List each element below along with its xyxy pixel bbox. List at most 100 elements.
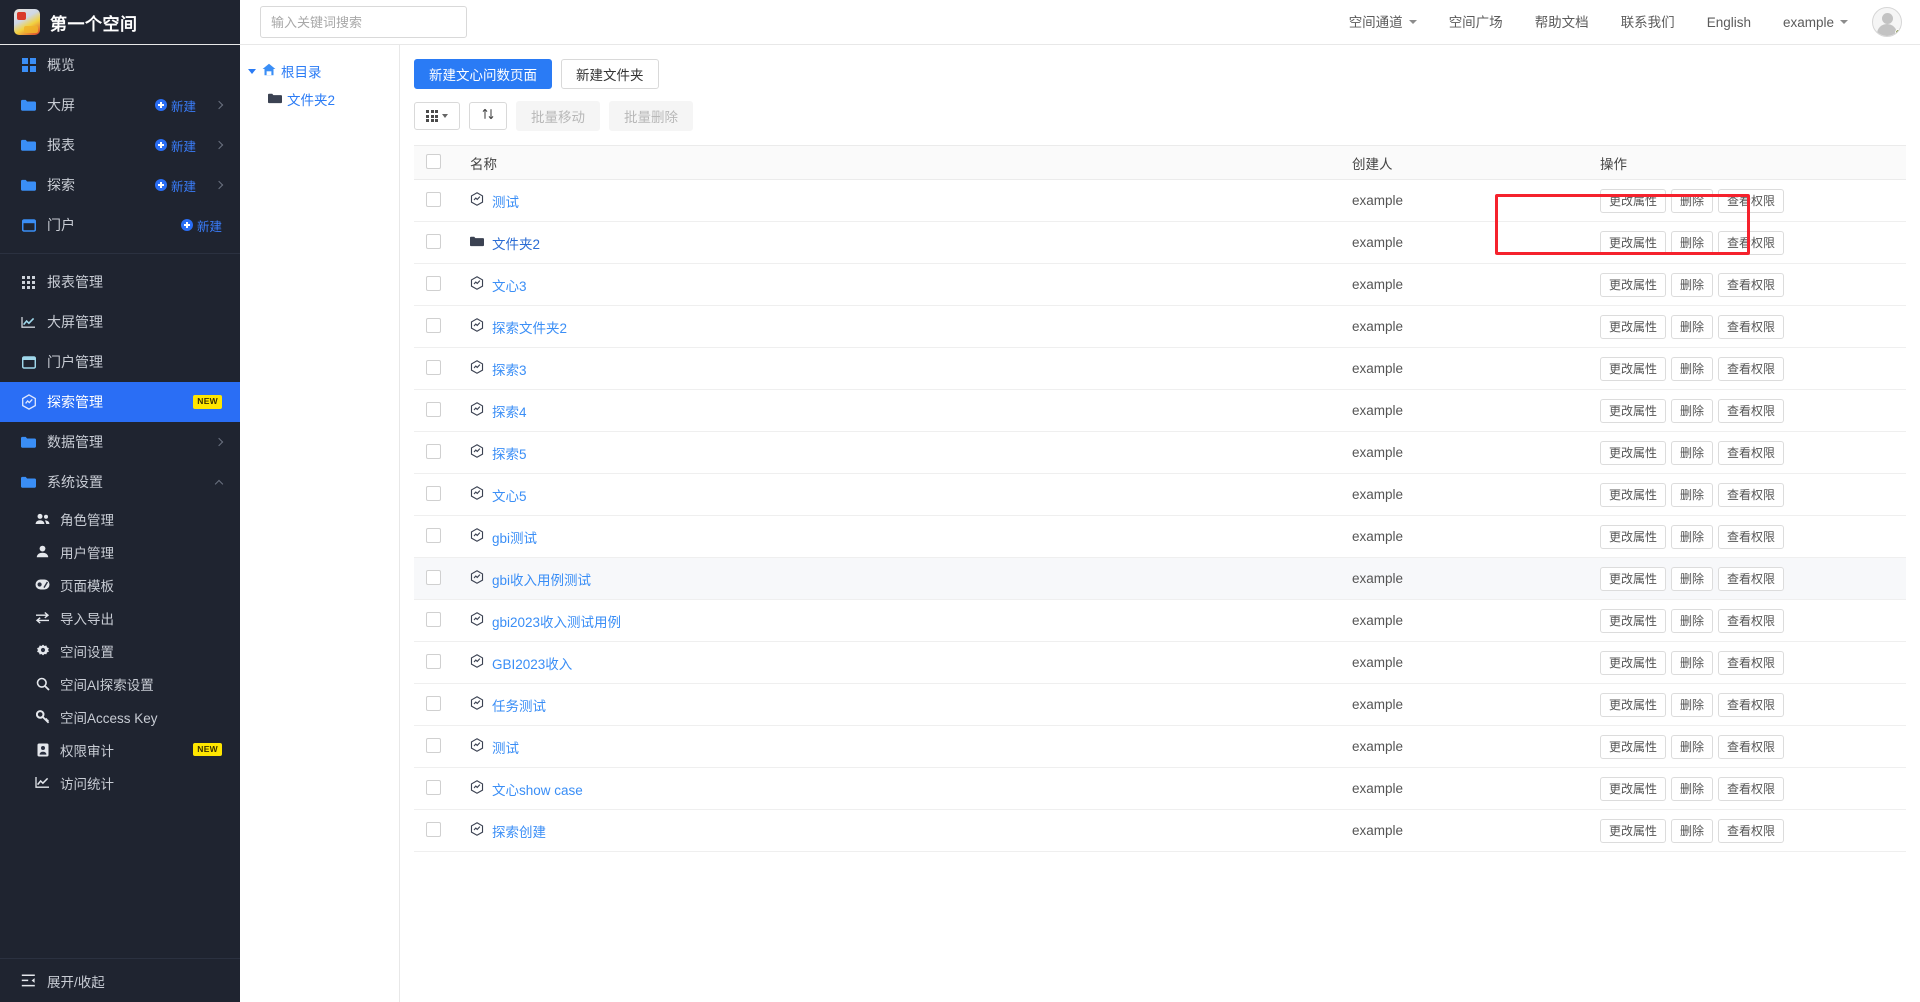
delete-button[interactable]: 删除 <box>1671 440 1714 465</box>
sidebar-new-bigscreen[interactable]: 新建 <box>154 96 196 115</box>
nav-item-language[interactable]: English <box>1691 0 1767 45</box>
row-checkbox[interactable] <box>426 359 441 375</box>
row-checkbox[interactable] <box>426 191 441 207</box>
table-row[interactable]: gbi测试 example 更改属性 删除 查看权限 <box>414 515 1906 558</box>
view-permissions-button[interactable]: 查看权限 <box>1718 356 1785 381</box>
view-permissions-button[interactable]: 查看权限 <box>1718 188 1785 213</box>
sidebar-item-bigscreen-mgmt[interactable]: 大屏管理 <box>0 302 240 342</box>
delete-button[interactable]: 删除 <box>1671 398 1714 423</box>
view-permissions-button[interactable]: 查看权限 <box>1718 230 1785 255</box>
sidebar-item-space-settings[interactable]: 空间设置 <box>0 634 240 667</box>
resource-name-link[interactable]: 文心5 <box>492 485 527 505</box>
view-permissions-button[interactable]: 查看权限 <box>1718 818 1785 843</box>
sidebar-item-system-settings[interactable]: 系统设置 <box>0 462 240 502</box>
search-input[interactable] <box>260 6 467 38</box>
delete-button[interactable]: 删除 <box>1671 230 1714 255</box>
row-checkbox[interactable] <box>426 527 441 543</box>
delete-button[interactable]: 删除 <box>1671 566 1714 591</box>
sidebar-item-portal-mgmt[interactable]: 门户管理 <box>0 342 240 382</box>
nav-item-space-channel[interactable]: 空间通道 <box>1333 0 1433 45</box>
delete-button[interactable]: 删除 <box>1671 776 1714 801</box>
select-all-checkbox[interactable] <box>426 153 441 169</box>
view-permissions-button[interactable]: 查看权限 <box>1718 692 1785 717</box>
resource-name-link[interactable]: 文心show case <box>492 779 583 799</box>
delete-button[interactable]: 删除 <box>1671 608 1714 633</box>
change-properties-button[interactable]: 更改属性 <box>1600 272 1667 297</box>
delete-button[interactable]: 删除 <box>1671 650 1714 675</box>
table-row[interactable]: 任务测试 example 更改属性 删除 查看权限 <box>414 683 1906 726</box>
nav-item-account[interactable]: example <box>1767 0 1864 45</box>
resource-name-link[interactable]: 文心3 <box>492 275 527 295</box>
sidebar-item-explore-mgmt[interactable]: 探索管理 NEW <box>0 382 240 422</box>
table-row[interactable]: 探索3 example 更改属性 删除 查看权限 <box>414 347 1906 390</box>
row-checkbox[interactable] <box>426 275 441 291</box>
row-checkbox[interactable] <box>426 233 441 249</box>
user-avatar-icon[interactable] <box>1872 7 1902 37</box>
table-row[interactable]: gbi2023收入测试用例 example 更改属性 删除 查看权限 <box>414 599 1906 642</box>
change-properties-button[interactable]: 更改属性 <box>1600 188 1667 213</box>
row-checkbox[interactable] <box>426 653 441 669</box>
change-properties-button[interactable]: 更改属性 <box>1600 230 1667 255</box>
sidebar-item-access-key[interactable]: 空间Access Key <box>0 700 240 733</box>
change-properties-button[interactable]: 更改属性 <box>1600 692 1667 717</box>
table-row[interactable]: 探索5 example 更改属性 删除 查看权限 <box>414 431 1906 474</box>
change-properties-button[interactable]: 更改属性 <box>1600 314 1667 339</box>
table-row[interactable]: 探索文件夹2 example 更改属性 删除 查看权限 <box>414 305 1906 348</box>
delete-button[interactable]: 删除 <box>1671 188 1714 213</box>
table-row[interactable]: 文心5 example 更改属性 删除 查看权限 <box>414 473 1906 516</box>
create-page-button[interactable]: 新建文心问数页面 <box>414 59 552 89</box>
resource-name-link[interactable]: 任务测试 <box>492 695 546 715</box>
change-properties-button[interactable]: 更改属性 <box>1600 524 1667 549</box>
row-checkbox[interactable] <box>426 737 441 753</box>
table-row[interactable]: 文件夹2 example 更改属性 删除 查看权限 <box>414 221 1906 264</box>
resource-name-link[interactable]: gbi测试 <box>492 527 537 547</box>
row-checkbox[interactable] <box>426 443 441 459</box>
change-properties-button[interactable]: 更改属性 <box>1600 776 1667 801</box>
sidebar-item-page-template[interactable]: 页面模板 <box>0 568 240 601</box>
row-checkbox[interactable] <box>426 401 441 417</box>
change-properties-button[interactable]: 更改属性 <box>1600 650 1667 675</box>
sidebar-item-report[interactable]: 报表 新建 <box>0 125 240 165</box>
resource-name-link[interactable]: 探索4 <box>492 401 527 421</box>
sidebar-item-portal[interactable]: 门户 新建 <box>0 205 240 245</box>
row-checkbox[interactable] <box>426 821 441 837</box>
row-checkbox[interactable] <box>426 779 441 795</box>
table-row[interactable]: 探索创建 example 更改属性 删除 查看权限 <box>414 809 1906 852</box>
table-row[interactable]: 探索4 example 更改属性 删除 查看权限 <box>414 389 1906 432</box>
view-permissions-button[interactable]: 查看权限 <box>1718 650 1785 675</box>
resource-name-link[interactable]: 测试 <box>492 191 519 211</box>
delete-button[interactable]: 删除 <box>1671 272 1714 297</box>
delete-button[interactable]: 删除 <box>1671 482 1714 507</box>
row-checkbox[interactable] <box>426 317 441 333</box>
delete-button[interactable]: 删除 <box>1671 692 1714 717</box>
view-permissions-button[interactable]: 查看权限 <box>1718 776 1785 801</box>
tree-node-root[interactable]: 根目录 <box>240 57 399 85</box>
delete-button[interactable]: 删除 <box>1671 818 1714 843</box>
sidebar-new-portal[interactable]: 新建 <box>180 216 222 235</box>
sidebar-item-visit-stats[interactable]: 访问统计 <box>0 766 240 799</box>
resource-name-link[interactable]: 探索文件夹2 <box>492 317 567 337</box>
row-checkbox[interactable] <box>426 569 441 585</box>
table-row[interactable]: 文心show case example 更改属性 删除 查看权限 <box>414 767 1906 810</box>
chevron-down-icon[interactable] <box>248 68 256 74</box>
sidebar-item-user-mgmt[interactable]: 用户管理 <box>0 535 240 568</box>
view-permissions-button[interactable]: 查看权限 <box>1718 734 1785 759</box>
sidebar-new-report[interactable]: 新建 <box>154 136 196 155</box>
nav-item-contact-us[interactable]: 联系我们 <box>1605 0 1691 45</box>
view-permissions-button[interactable]: 查看权限 <box>1718 566 1785 591</box>
nav-item-help-doc[interactable]: 帮助文档 <box>1519 0 1605 45</box>
change-properties-button[interactable]: 更改属性 <box>1600 566 1667 591</box>
sidebar-item-report-mgmt[interactable]: 报表管理 <box>0 262 240 302</box>
sidebar-collapse-toggle[interactable]: 展开/收起 <box>0 958 240 1002</box>
resource-name-link[interactable]: gbi收入用例测试 <box>492 569 591 589</box>
change-properties-button[interactable]: 更改属性 <box>1600 482 1667 507</box>
view-mode-button[interactable] <box>414 102 460 130</box>
resource-name-link[interactable]: 探索3 <box>492 359 527 379</box>
table-row[interactable]: gbi收入用例测试 example 更改属性 删除 查看权限 <box>414 557 1906 600</box>
sidebar-item-explore[interactable]: 探索 新建 <box>0 165 240 205</box>
sidebar-new-explore[interactable]: 新建 <box>154 176 196 195</box>
sidebar-item-permission-audit[interactable]: 权限审计 NEW <box>0 733 240 766</box>
change-properties-button[interactable]: 更改属性 <box>1600 398 1667 423</box>
change-properties-button[interactable]: 更改属性 <box>1600 818 1667 843</box>
view-permissions-button[interactable]: 查看权限 <box>1718 398 1785 423</box>
